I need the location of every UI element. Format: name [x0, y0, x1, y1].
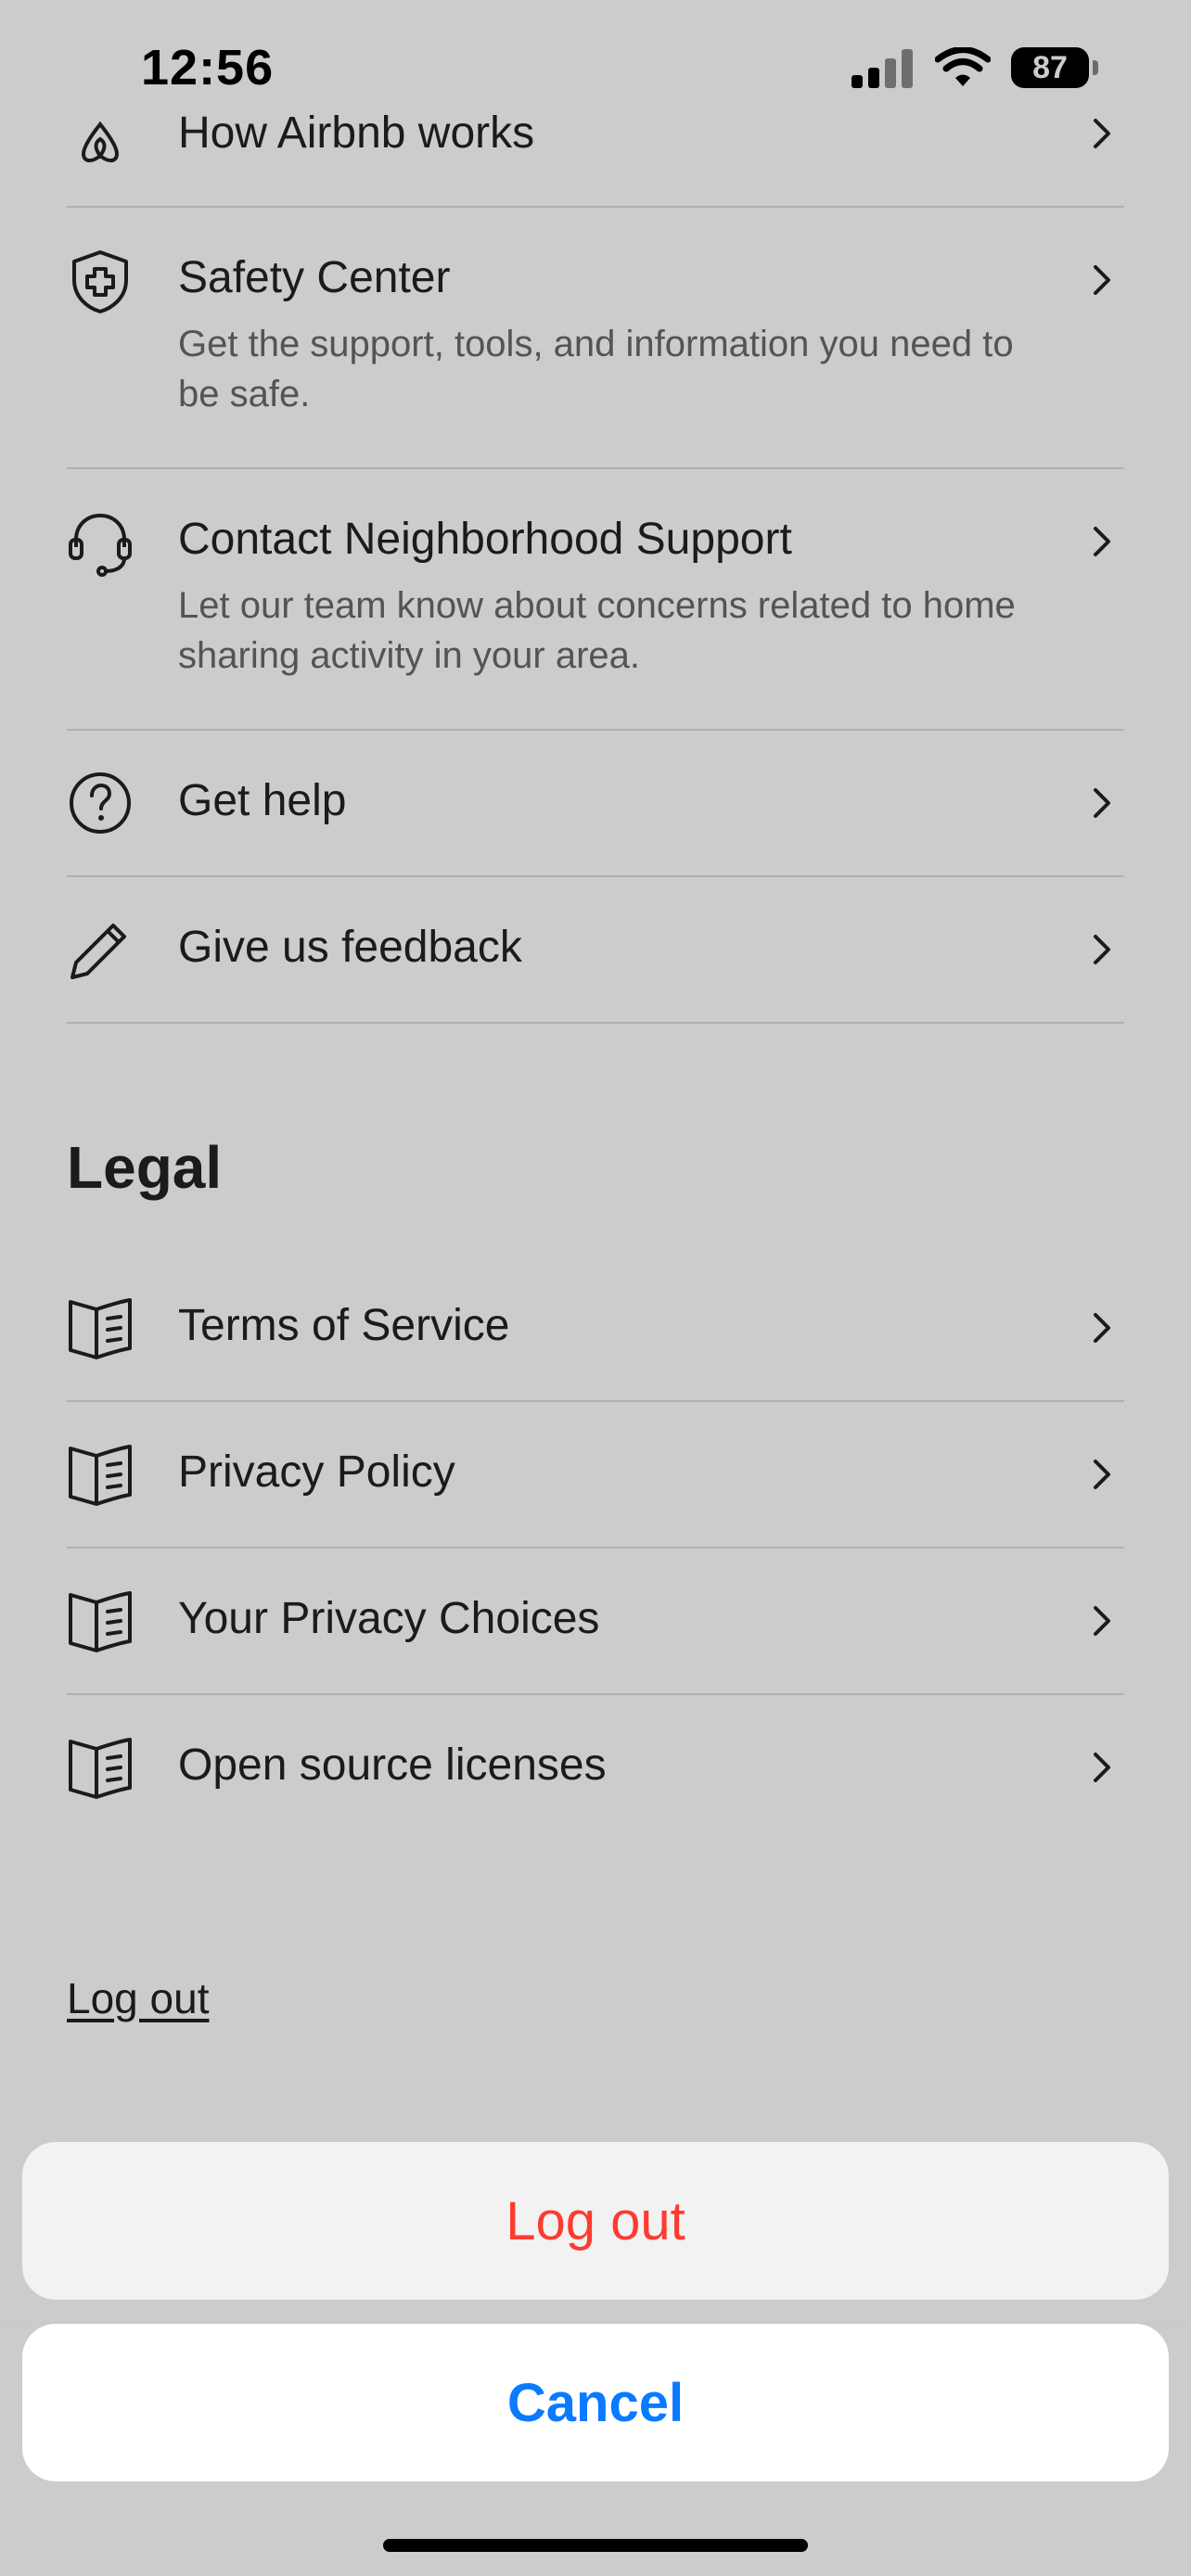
- cancel-button[interactable]: Cancel: [22, 2324, 1169, 2481]
- confirm-logout-button[interactable]: Log out: [22, 2142, 1169, 2300]
- home-indicator[interactable]: [383, 2539, 808, 2552]
